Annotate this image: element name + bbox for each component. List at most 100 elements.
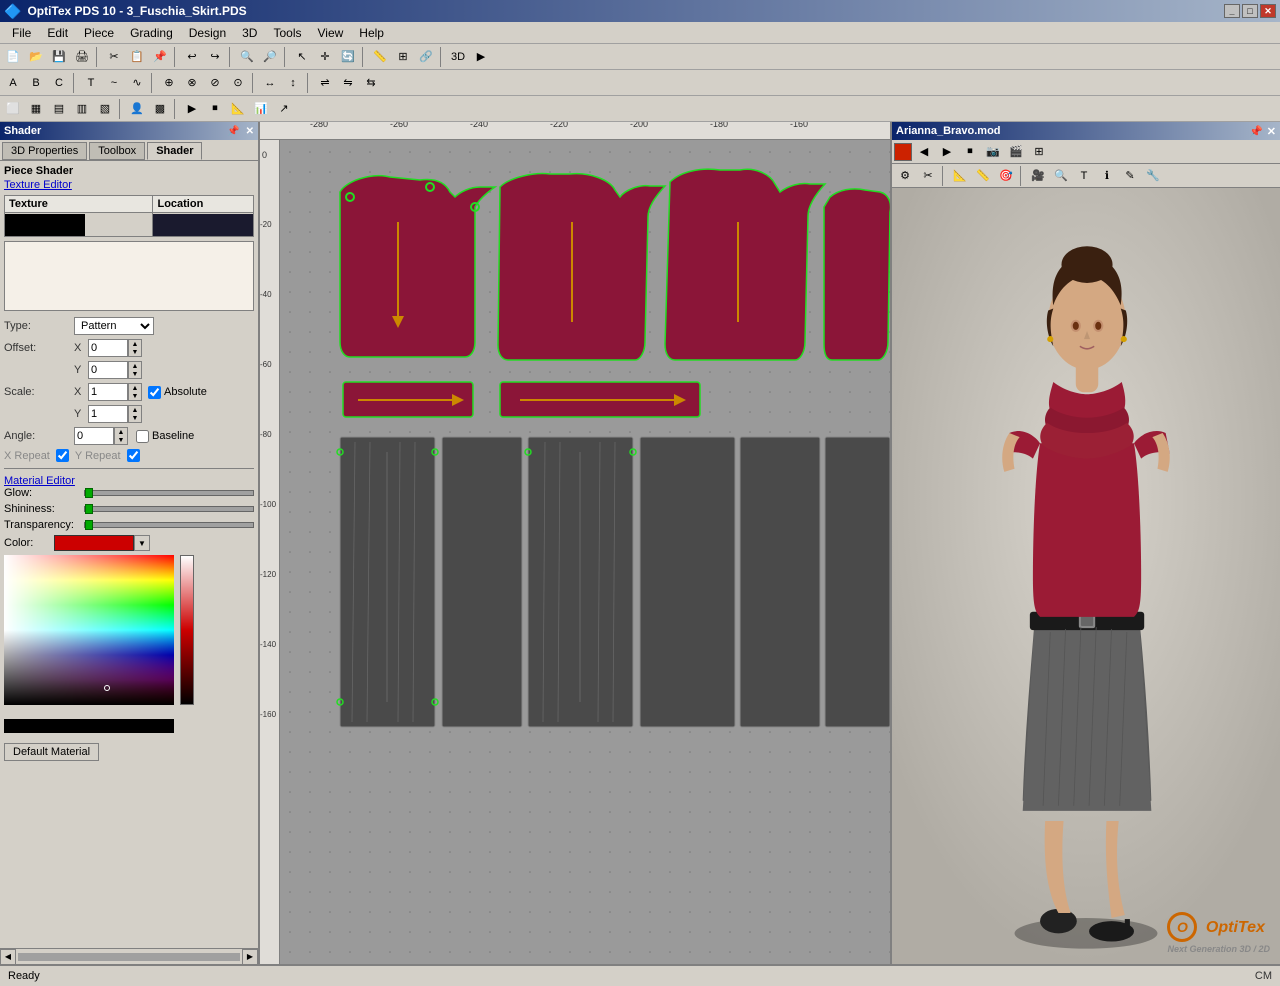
model-tb-red[interactable]: [894, 143, 912, 161]
model-tb-b6[interactable]: 🎥: [1027, 165, 1049, 187]
absolute-checkbox[interactable]: [148, 386, 161, 399]
close-button[interactable]: ✕: [1260, 4, 1276, 18]
model-tb-b10[interactable]: 🔧: [1142, 165, 1164, 187]
menu-edit[interactable]: Edit: [39, 24, 76, 42]
baseline-checkbox[interactable]: [136, 430, 149, 443]
default-material-button[interactable]: Default Material: [4, 743, 99, 761]
model-tb-b1[interactable]: ⚙: [894, 165, 916, 187]
tab-3d-properties[interactable]: 3D Properties: [2, 142, 87, 160]
skirt-piece-6[interactable]: [825, 437, 890, 727]
model-tb-3[interactable]: 🎬: [1005, 141, 1027, 163]
texture-row[interactable]: [5, 213, 254, 237]
tb3-4[interactable]: ▥: [71, 98, 93, 120]
model-tb-info[interactable]: ℹ: [1096, 165, 1118, 187]
color-preview[interactable]: [54, 535, 134, 551]
texture-cell[interactable]: [5, 214, 85, 236]
model-viewport[interactable]: O OptiTex Next Generation 3D / 2D: [892, 188, 1280, 964]
model-tb-play[interactable]: ▶: [936, 141, 958, 163]
model-tb-1[interactable]: ◀: [913, 141, 935, 163]
tb-3d[interactable]: 3D: [447, 46, 469, 68]
tb2-8[interactable]: ⊗: [181, 72, 203, 94]
tb3-2[interactable]: ▦: [25, 98, 47, 120]
tb2-6[interactable]: ∿: [126, 72, 148, 94]
minimize-button[interactable]: _: [1224, 4, 1240, 18]
tb-paste[interactable]: 📌: [149, 46, 171, 68]
tb2-4[interactable]: T: [80, 72, 102, 94]
scale-x-spin[interactable]: ▲ ▼: [128, 383, 142, 401]
tb3-10[interactable]: 📐: [227, 98, 249, 120]
model-tb-2[interactable]: 📷: [982, 141, 1004, 163]
tb-measure[interactable]: 📏: [369, 46, 391, 68]
model-tb-stop[interactable]: ⏹: [959, 141, 981, 163]
tb2-9[interactable]: ⊘: [204, 72, 226, 94]
tb2-12[interactable]: ↕: [282, 72, 304, 94]
scale-y-spin[interactable]: ▲ ▼: [128, 405, 142, 423]
tb-rotate[interactable]: 🔄: [337, 46, 359, 68]
scale-y-up[interactable]: ▲: [129, 406, 141, 414]
tb3-6[interactable]: 👤: [126, 98, 148, 120]
model-tb-b3[interactable]: 📐: [949, 165, 971, 187]
skirt-piece-5[interactable]: [740, 437, 820, 727]
shininess-track[interactable]: [84, 506, 254, 512]
tb-open[interactable]: 📂: [25, 46, 47, 68]
color-dropdown-arrow[interactable]: ▼: [134, 535, 150, 551]
menu-3d[interactable]: 3D: [234, 24, 265, 42]
model-pin-icon[interactable]: 📌: [1249, 125, 1263, 138]
maximize-button[interactable]: □: [1242, 4, 1258, 18]
scroll-left-btn[interactable]: ◀: [0, 949, 16, 965]
scroll-right-btn[interactable]: ▶: [242, 949, 258, 965]
offset-y-input[interactable]: [88, 361, 128, 379]
tb-redo[interactable]: ↪: [204, 46, 226, 68]
material-editor-link[interactable]: Material Editor: [4, 475, 75, 487]
skirt-piece-2[interactable]: [442, 437, 522, 727]
menu-grading[interactable]: Grading: [122, 24, 181, 42]
tb3-12[interactable]: ↗: [273, 98, 295, 120]
tb3-8[interactable]: ▶: [181, 98, 203, 120]
scale-x-down[interactable]: ▼: [129, 392, 141, 400]
tb-new[interactable]: 📄: [2, 46, 24, 68]
tb2-2[interactable]: B: [25, 72, 47, 94]
tb2-10[interactable]: ⊙: [227, 72, 249, 94]
panel-close-icon[interactable]: ✕: [246, 126, 254, 137]
tab-shader[interactable]: Shader: [147, 142, 202, 160]
offset-y-down[interactable]: ▼: [129, 370, 141, 378]
model-tb-b7[interactable]: 🔍: [1050, 165, 1072, 187]
x-repeat-checkbox[interactable]: [56, 449, 69, 462]
texture-editor-link[interactable]: Texture Editor: [4, 179, 254, 191]
scroll-track[interactable]: [18, 953, 240, 961]
color-picker[interactable]: [4, 555, 194, 715]
pattern-viewport[interactable]: [280, 140, 890, 964]
offset-x-spin[interactable]: ▲ ▼: [128, 339, 142, 357]
offset-y-up[interactable]: ▲: [129, 362, 141, 370]
tb2-15[interactable]: ⇆: [360, 72, 382, 94]
scale-x-up[interactable]: ▲: [129, 384, 141, 392]
menu-design[interactable]: Design: [181, 24, 234, 42]
tb-grid[interactable]: ⊞: [392, 46, 414, 68]
tb2-7[interactable]: ⊕: [158, 72, 180, 94]
glow-track[interactable]: [84, 490, 254, 496]
model-tb-b8[interactable]: T: [1073, 165, 1095, 187]
offset-y-spin[interactable]: ▲ ▼: [128, 361, 142, 379]
model-tb-b5[interactable]: 🎯: [995, 165, 1017, 187]
tb-cut[interactable]: ✂: [103, 46, 125, 68]
tab-toolbox[interactable]: Toolbox: [89, 142, 145, 160]
tb-snap[interactable]: 🔗: [415, 46, 437, 68]
tb-zoom-in[interactable]: 🔍: [236, 46, 258, 68]
tb-copy[interactable]: 📋: [126, 46, 148, 68]
menu-help[interactable]: Help: [351, 24, 392, 42]
tb3-11[interactable]: 📊: [250, 98, 272, 120]
model-tb-b4[interactable]: 📏: [972, 165, 994, 187]
pattern-piece-3[interactable]: [665, 169, 825, 360]
scale-x-input[interactable]: [88, 383, 128, 401]
transparency-thumb[interactable]: [85, 520, 93, 530]
tb-select[interactable]: ↖: [291, 46, 313, 68]
color-brightness-bar[interactable]: [180, 555, 194, 705]
tb3-9[interactable]: ⏹: [204, 98, 226, 120]
angle-spin[interactable]: ▲ ▼: [114, 427, 128, 445]
tb2-13[interactable]: ⇌: [314, 72, 336, 94]
tb-print[interactable]: 🖨: [71, 46, 93, 68]
pattern-piece-1[interactable]: [340, 176, 495, 357]
menu-file[interactable]: File: [4, 24, 39, 42]
tb2-3[interactable]: C: [48, 72, 70, 94]
model-tb-b9[interactable]: ✎: [1119, 165, 1141, 187]
